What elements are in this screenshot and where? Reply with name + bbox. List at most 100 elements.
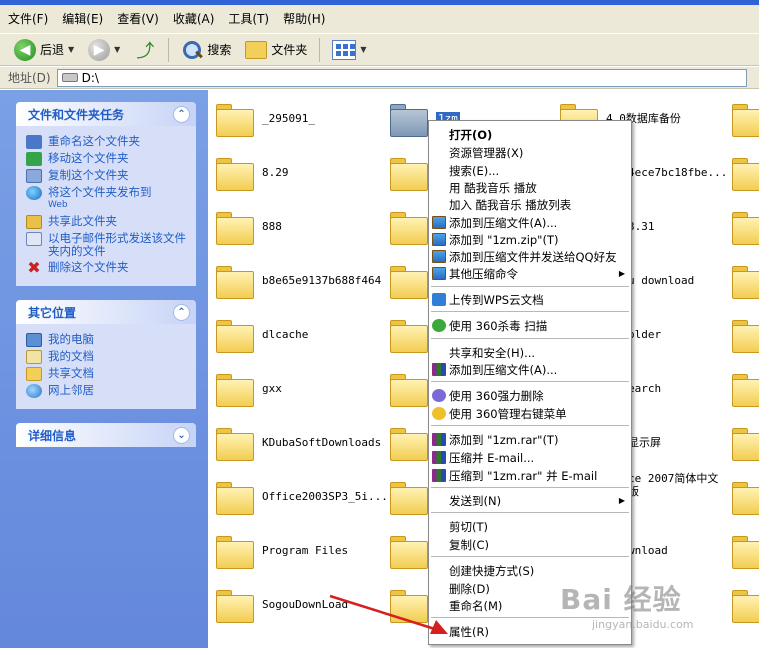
place-my-documents[interactable]: 我的文档 bbox=[26, 350, 188, 364]
chevron-down-icon[interactable]: ▼ bbox=[68, 45, 74, 54]
menu-item-add-zip[interactable]: 添加到 "1zm.zip"(T) bbox=[429, 231, 631, 248]
place-network[interactable]: 网上邻居 bbox=[26, 384, 188, 398]
menu-item-add-archive[interactable]: 添加到压缩文件(A)... bbox=[429, 214, 631, 231]
chevron-down-icon[interactable]: ▼ bbox=[114, 45, 120, 54]
task-share[interactable]: 共享此文件夹 bbox=[26, 215, 188, 229]
folder-icon bbox=[390, 480, 428, 515]
task-copy[interactable]: 复制这个文件夹 bbox=[26, 169, 188, 183]
network-icon bbox=[26, 384, 42, 398]
menu-item-zip-send-qq[interactable]: 添加到压缩文件并发送给QQ好友 bbox=[429, 248, 631, 265]
folder-item[interactable]: ce 2007简体中文版 bbox=[628, 470, 728, 500]
folder-item[interactable]: Program Files bbox=[216, 528, 348, 572]
folder-item[interactable] bbox=[732, 420, 759, 464]
folder-item[interactable]: earch bbox=[628, 366, 661, 410]
search-button[interactable]: 搜索 bbox=[177, 37, 235, 63]
folder-item[interactable] bbox=[390, 420, 428, 464]
place-my-computer[interactable]: 我的电脑 bbox=[26, 333, 188, 347]
folder-item[interactable]: b8e65e9137b688f464 bbox=[216, 258, 381, 302]
menu-item-add-rar[interactable]: 添加到 "1zm.rar"(T) bbox=[429, 431, 631, 448]
folder-item[interactable] bbox=[390, 204, 428, 248]
move-icon bbox=[26, 152, 42, 166]
task-publish-web[interactable]: 将这个文件夹发布到 Web bbox=[26, 186, 188, 212]
menu-item-compress-email[interactable]: 压缩并 E-mail... bbox=[429, 449, 631, 466]
folder-item[interactable]: u download bbox=[628, 258, 694, 302]
folder-item[interactable]: wnload bbox=[628, 528, 668, 572]
folder-item[interactable] bbox=[390, 474, 428, 518]
menu-file[interactable]: 文件(F) bbox=[8, 10, 48, 27]
forward-button[interactable]: ▶ ▼ bbox=[84, 37, 124, 63]
folder-icon bbox=[216, 588, 254, 623]
folder-item[interactable]: 4ece7bc18fbe... bbox=[628, 150, 727, 194]
menu-help[interactable]: 帮助(H) bbox=[283, 10, 325, 27]
folder-item[interactable] bbox=[732, 96, 759, 140]
folder-item[interactable]: _295091_ bbox=[216, 96, 315, 140]
address-input[interactable]: D:\ bbox=[56, 68, 747, 87]
folder-item[interactable] bbox=[732, 366, 759, 410]
folder-item[interactable]: 888 bbox=[216, 204, 282, 248]
menu-item-360-manage-menu[interactable]: 使用 360管理右键菜单 bbox=[429, 405, 631, 422]
folder-item[interactable]: dlcache bbox=[216, 312, 308, 356]
menu-item-create-shortcut[interactable]: 创建快捷方式(S) bbox=[429, 562, 631, 579]
menu-tools[interactable]: 工具(T) bbox=[228, 10, 269, 27]
folder-item[interactable]: older bbox=[628, 312, 661, 356]
folder-item[interactable] bbox=[732, 204, 759, 248]
place-shared-documents[interactable]: 共享文档 bbox=[26, 367, 188, 381]
folder-item[interactable] bbox=[390, 150, 428, 194]
task-move[interactable]: 移动这个文件夹 bbox=[26, 152, 188, 166]
collapse-icon[interactable]: ⌃ bbox=[173, 105, 190, 123]
views-button[interactable]: ▼ bbox=[328, 37, 370, 63]
panel-header[interactable]: 其它位置 ⌃ bbox=[16, 300, 196, 324]
menu-item-add-archive-rar[interactable]: 添加到压缩文件(A)... bbox=[429, 361, 631, 378]
expand-icon[interactable]: ⌄ bbox=[173, 426, 190, 444]
menu-item-sharing-security[interactable]: 共享和安全(H)... bbox=[429, 344, 631, 361]
folder-item[interactable]: KDubaSoftDownloads bbox=[216, 420, 381, 464]
folder-item[interactable] bbox=[732, 312, 759, 356]
menu-item-kuwo-play[interactable]: 用 酷我音乐 播放 bbox=[429, 179, 631, 196]
task-email[interactable]: 以电子邮件形式发送该文件夹内的文件 bbox=[26, 232, 188, 258]
menu-item-compress-rar-email[interactable]: 压缩到 "1zm.rar" 并 E-mail bbox=[429, 467, 631, 484]
folder-item[interactable] bbox=[732, 582, 759, 626]
menu-item-kuwo-playlist[interactable]: 加入 酷我音乐 播放列表 bbox=[429, 196, 631, 213]
folder-item[interactable]: gxx bbox=[216, 366, 282, 410]
folder-item[interactable] bbox=[390, 312, 428, 356]
folders-button[interactable]: 文件夹 bbox=[241, 37, 311, 63]
folder-item[interactable] bbox=[732, 258, 759, 302]
folder-item[interactable]: Office2003SP3_5i... bbox=[216, 474, 388, 518]
folder-item[interactable]: 8.29 bbox=[216, 150, 289, 194]
menu-item-360-scan[interactable]: 使用 360杀毒 扫描 bbox=[429, 317, 631, 334]
task-delete[interactable]: ✖ 删除这个文件夹 bbox=[26, 260, 188, 276]
chevron-down-icon[interactable]: ▼ bbox=[360, 45, 366, 54]
folder-name: u download bbox=[628, 273, 695, 287]
up-folder-button[interactable]: ⤴ bbox=[130, 37, 160, 63]
folder-item[interactable] bbox=[732, 150, 759, 194]
folder-item[interactable] bbox=[390, 366, 428, 410]
folder-icon bbox=[390, 102, 428, 137]
folder-item[interactable] bbox=[390, 258, 428, 302]
menu-item-other-compress[interactable]: 其他压缩命令 ▶ bbox=[429, 265, 631, 282]
menu-item-wps-upload[interactable]: 上传到WPS云文档 bbox=[429, 291, 631, 308]
menu-item-360-force-delete[interactable]: 使用 360强力删除 bbox=[429, 387, 631, 404]
menu-view[interactable]: 查看(V) bbox=[117, 10, 159, 27]
folder-item[interactable]: 显示屏 bbox=[628, 420, 661, 464]
folder-name: wnload bbox=[628, 543, 668, 557]
submenu-arrow-icon: ▶ bbox=[618, 496, 625, 505]
folder-item[interactable] bbox=[732, 474, 759, 518]
back-button[interactable]: ◀ 后退 ▼ bbox=[10, 37, 78, 63]
panel-header[interactable]: 文件和文件夹任务 ⌃ bbox=[16, 102, 196, 126]
collapse-icon[interactable]: ⌃ bbox=[173, 303, 190, 321]
menu-item-send-to[interactable]: 发送到(N) ▶ bbox=[429, 492, 631, 509]
360-manage-icon bbox=[432, 407, 446, 420]
panel-header[interactable]: 详细信息 ⌄ bbox=[16, 423, 196, 447]
task-rename[interactable]: 重命名这个文件夹 bbox=[26, 135, 188, 149]
folder-item[interactable] bbox=[390, 528, 428, 572]
folder-item[interactable] bbox=[732, 528, 759, 572]
menu-item-cut[interactable]: 剪切(T) bbox=[429, 518, 631, 535]
menu-favorites[interactable]: 收藏(A) bbox=[173, 10, 215, 27]
menu-item-label: 使用 360杀毒 扫描 bbox=[449, 318, 548, 333]
menu-edit[interactable]: 编辑(E) bbox=[62, 10, 103, 27]
menu-item-copy[interactable]: 复制(C) bbox=[429, 536, 631, 553]
menu-item-explorer[interactable]: 资源管理器(X) bbox=[429, 144, 631, 161]
zip-icon bbox=[432, 267, 446, 280]
menu-item-open[interactable]: 打开(O) bbox=[429, 126, 631, 143]
menu-item-search[interactable]: 搜索(E)... bbox=[429, 162, 631, 179]
